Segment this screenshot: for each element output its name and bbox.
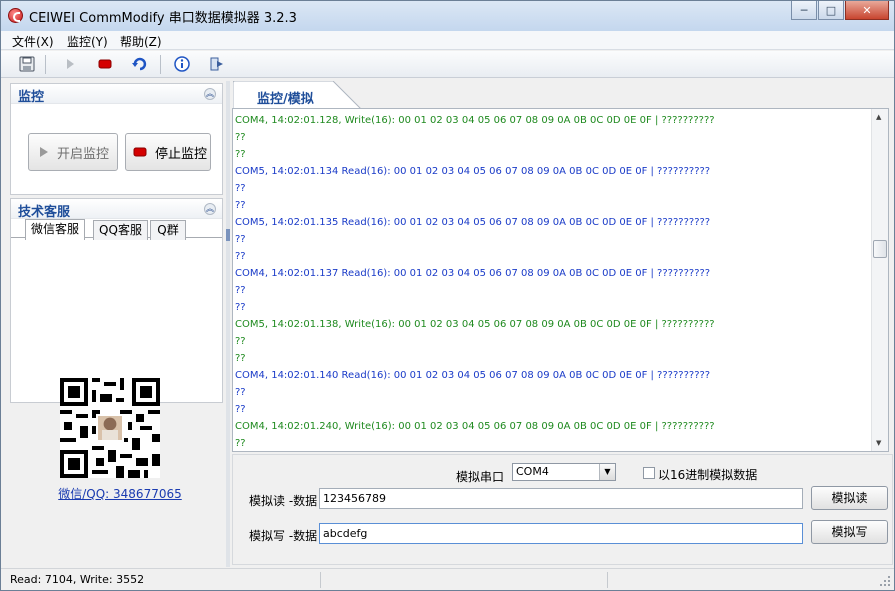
tab-monitor-simulate-label: 监控/模拟 (257, 92, 314, 107)
support-panel-title: 技术客服 (18, 205, 71, 220)
stop-icon (133, 147, 147, 157)
log-line: COM5, 14:02:01.138, Write(16): 00 01 02 … (235, 319, 715, 330)
status-bar: Read: 7104, Write: 3552 (1, 568, 894, 590)
tab-qq-group[interactable]: Q群 (150, 220, 186, 240)
scrollbar-thumb[interactable] (873, 240, 887, 258)
qr-code-image (60, 378, 160, 478)
log-line: ?? (235, 387, 246, 398)
simulate-write-button[interactable]: 模拟写 (811, 520, 888, 544)
log-line: ?? (235, 183, 246, 194)
chevron-down-icon[interactable]: ▼ (599, 464, 615, 480)
menu-monitor[interactable]: 监控(Y) (67, 33, 108, 50)
port-label: 模拟串口 (456, 470, 505, 484)
log-line: COM4, 14:02:01.128, Write(16): 00 01 02 … (235, 115, 715, 126)
log-line: ?? (235, 251, 246, 262)
support-panel-header: 技术客服 ︽ (11, 199, 222, 220)
maximize-button[interactable]: □ (818, 1, 844, 20)
play-icon (40, 147, 48, 157)
tab-qq-support[interactable]: QQ客服 (93, 220, 148, 240)
menu-file[interactable]: 文件(X) (12, 33, 54, 50)
save-icon[interactable] (17, 54, 37, 74)
log-line: COM4, 14:02:01.137 Read(16): 00 01 02 03… (235, 268, 711, 279)
log-line: COM5, 14:02:01.135 Read(16): 00 01 02 03… (235, 217, 711, 228)
stop-monitor-button[interactable]: 停止监控 (125, 133, 211, 171)
toolbar (1, 51, 894, 78)
tab-wechat-support[interactable]: 微信客服 (25, 219, 85, 240)
minimize-button[interactable]: ─ (791, 1, 817, 20)
refresh-icon[interactable] (130, 54, 150, 74)
log-line: ?? (235, 302, 246, 313)
scroll-up-icon[interactable]: ▲ (876, 113, 881, 121)
window-title: CEIWEI CommModify 串口数据模拟器 3.2.3 (29, 11, 297, 26)
tab-monitor-simulate[interactable]: 监控/模拟 (233, 81, 361, 109)
log-line: ?? (235, 200, 246, 211)
port-select[interactable]: COM4 ▼ (512, 463, 616, 481)
app-logo-icon (8, 8, 23, 23)
stop-monitor-label: 停止监控 (155, 146, 208, 162)
hex-mode-checkbox[interactable] (643, 467, 655, 479)
close-button[interactable]: ✕ (845, 1, 889, 20)
hex-mode-label: 以16进制模拟数据 (658, 468, 758, 482)
write-data-label: 模拟写 -数据 (249, 529, 318, 543)
log-view[interactable]: COM4, 14:02:01.128, Write(16): 00 01 02 … (232, 108, 889, 452)
collapse-chevron-icon[interactable]: ︽ (204, 203, 216, 215)
info-icon[interactable] (172, 54, 192, 74)
read-data-label: 模拟读 -数据 (249, 494, 318, 508)
start-monitor-button[interactable]: 开启监控 (28, 133, 118, 171)
write-data-input[interactable]: abcdefg (319, 523, 803, 544)
support-contact-link[interactable]: 微信/QQ: 348677065 (11, 485, 229, 502)
monitor-panel: 监控 ︽ 开启监控 停止监控 (10, 83, 223, 195)
resize-grip-icon[interactable] (879, 575, 891, 587)
log-line: COM4, 14:02:01.140 Read(16): 00 01 02 03… (235, 370, 711, 381)
monitor-panel-title: 监控 (18, 90, 45, 105)
start-monitor-label: 开启监控 (57, 146, 110, 162)
log-line: ?? (235, 234, 246, 245)
log-line: ?? (235, 353, 246, 364)
menu-bar: 文件(X) 监控(Y) 帮助(Z) (1, 31, 894, 50)
log-line: ?? (235, 438, 246, 449)
scroll-down-icon[interactable]: ▼ (876, 439, 881, 447)
support-panel: 技术客服 ︽ 微信客服 QQ客服 Q群 微信/QQ: 348677065 (10, 198, 223, 501)
log-line: ?? (235, 149, 246, 160)
log-line: ?? (235, 285, 246, 296)
log-line: ?? (235, 336, 246, 347)
port-select-value: COM4 (516, 465, 549, 478)
simulate-panel: 模拟串口 COM4 ▼ 以16进制模拟数据 模拟读 -数据 123456789 … (232, 454, 893, 565)
exit-icon[interactable] (207, 54, 227, 74)
log-line: COM4, 14:02:01.240, Write(16): 00 01 02 … (235, 421, 715, 432)
collapse-chevron-icon[interactable]: ︽ (204, 88, 216, 100)
read-data-input[interactable]: 123456789 (319, 488, 803, 509)
app-window: CEIWEI CommModify 串口数据模拟器 3.2.3 ─ □ ✕ 文件… (0, 0, 895, 591)
menu-help[interactable]: 帮助(Z) (120, 33, 162, 50)
status-counts: Read: 7104, Write: 3552 (10, 573, 145, 586)
log-line: COM5, 14:02:01.134 Read(16): 00 01 02 03… (235, 166, 711, 177)
title-bar: CEIWEI CommModify 串口数据模拟器 3.2.3 ─ □ ✕ (1, 1, 894, 31)
log-line: ?? (235, 132, 246, 143)
panel-splitter[interactable] (226, 81, 230, 567)
log-line: ?? (235, 404, 246, 415)
simulate-read-button[interactable]: 模拟读 (811, 486, 888, 510)
monitor-panel-header: 监控 ︽ (11, 84, 222, 105)
log-scrollbar[interactable]: ▲ ▼ (871, 109, 888, 451)
play-icon[interactable] (60, 54, 80, 74)
stop-icon[interactable] (95, 54, 115, 74)
